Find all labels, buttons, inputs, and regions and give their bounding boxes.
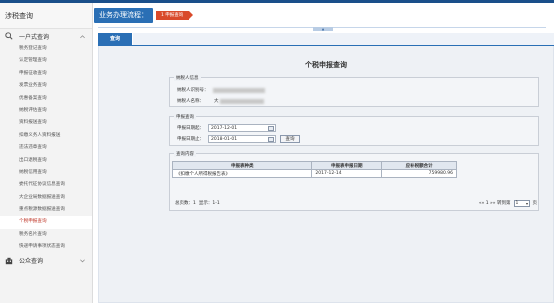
redacted-value bbox=[219, 98, 264, 104]
collapse-toggle[interactable]: ▲ bbox=[313, 27, 333, 31]
sidebar-group-public-query[interactable]: 公众查询 bbox=[0, 254, 92, 268]
sidebar-item-express-status[interactable]: 快递申请事项状态查询 bbox=[0, 241, 92, 253]
content-area: 个税申报查询 纳税人信息 纳税人识别号： 纳税人名称： 大 申报查询 申报日期起… bbox=[98, 46, 554, 303]
chevron-up-icon bbox=[80, 34, 85, 38]
sidebar-item-export-rebate[interactable]: 出口退税查询 bbox=[0, 155, 92, 167]
end-date-row: 申报日期止： 2018-01-01 查询 bbox=[177, 135, 300, 143]
taxpayer-name-prefix: 大 bbox=[214, 99, 219, 104]
page-nav[interactable]: «« 1 »» 转到第 bbox=[479, 200, 511, 206]
query-section: 申报查询 申报日期起： 2017-12-01 申报日期止： 2018-01-01… bbox=[169, 114, 539, 146]
sidebar-item-tax-card[interactable]: 税务名片查询 bbox=[0, 229, 92, 241]
showing-range: 显示：1-1 bbox=[198, 201, 220, 206]
sidebar-item-invoice[interactable]: 发票业务查询 bbox=[0, 80, 92, 92]
sidebar-item-key-tax-source[interactable]: 重点税源数据报送查询 bbox=[0, 204, 92, 216]
sidebar-item-personal-tax[interactable]: 个税申报查询 bbox=[0, 216, 92, 229]
sidebar-title: 涉税查询 bbox=[0, 3, 92, 29]
sidebar-item-preferential[interactable]: 优惠备案查询 bbox=[0, 93, 92, 105]
pagination: 总页数：1 显示：1-1 «« 1 »» 转到第 1 页 bbox=[175, 199, 537, 207]
sidebar-item-document-submission[interactable]: 资料报送查询 bbox=[0, 117, 92, 129]
sidebar-group-household-query[interactable]: 一户式查询 bbox=[0, 29, 92, 43]
tab-query[interactable]: 查询 bbox=[98, 33, 133, 45]
collapse-divider: ▲ bbox=[98, 27, 546, 33]
sidebar: 涉税查询 一户式查询 税务登记查询 认定管理查询 申报征收查询 发票业务查询 优… bbox=[0, 3, 93, 303]
start-date-row: 申报日期起： 2017-12-01 bbox=[177, 124, 276, 132]
table-cell-date: 2017-12-14 bbox=[311, 169, 383, 178]
section-legend: 纳税人信息 bbox=[174, 75, 201, 81]
end-date-value: 2018-01-01 bbox=[211, 136, 238, 142]
calendar-icon[interactable] bbox=[268, 137, 274, 142]
taxpayer-id-row: 纳税人识别号： bbox=[177, 87, 265, 93]
sidebar-item-withholding-submission[interactable]: 扣缴义务人资料报送 bbox=[0, 130, 92, 142]
table-row[interactable]: 《扣缴个人所得税报告表》 2017-12-14 759980.96 bbox=[171, 169, 457, 178]
results-table: 申报表种类 申报表申报日期 应补税额合计 《扣缴个人所得税报告表》 2017-1… bbox=[171, 161, 457, 178]
page-suffix: 页 bbox=[532, 201, 538, 206]
taxpayer-id-label: 纳税人识别号： bbox=[177, 88, 209, 93]
pager-controls: «« 1 »» 转到第 1 页 bbox=[479, 199, 538, 207]
sidebar-item-violations[interactable]: 违法违章查询 bbox=[0, 142, 92, 154]
section-legend: 查询内容 bbox=[174, 151, 196, 157]
sidebar-item-filing-collection[interactable]: 申报征收查询 bbox=[0, 68, 92, 80]
calendar-icon[interactable] bbox=[268, 126, 274, 131]
column-header: 申报表种类 bbox=[171, 161, 313, 170]
sidebar-item-large-enterprise[interactable]: 大企业局数据报送查询 bbox=[0, 192, 92, 204]
page-select[interactable]: 1 bbox=[513, 199, 530, 207]
sidebar-item-list: 税务登记查询 认定管理查询 申报征收查询 发票业务查询 优惠备案查询 纳税评估查… bbox=[0, 43, 92, 254]
sidebar-group-label: 公众查询 bbox=[19, 258, 44, 266]
total-pages: 总页数：1 bbox=[175, 201, 196, 206]
end-date-label: 申报日期止： bbox=[177, 137, 204, 142]
table-cell-form-type[interactable]: 《扣缴个人所得税报告表》 bbox=[171, 169, 313, 178]
start-date-label: 申报日期起： bbox=[177, 126, 204, 131]
section-legend: 申报查询 bbox=[174, 114, 196, 120]
tab-bar: 查询 bbox=[98, 33, 554, 46]
taxpayer-info-section: 纳税人信息 纳税人识别号： 纳税人名称： 大 bbox=[169, 75, 539, 107]
taxpayer-name-row: 纳税人名称： 大 bbox=[177, 98, 264, 104]
flow-title: 业务办理流程： bbox=[94, 7, 153, 23]
tab-bar-filler bbox=[132, 33, 554, 45]
table-header-row: 申报表种类 申报表申报日期 应补税额合计 bbox=[171, 161, 457, 170]
taxpayer-name-label: 纳税人名称： bbox=[177, 99, 204, 104]
sidebar-item-tax-credit[interactable]: 纳税信用查询 bbox=[0, 167, 92, 179]
sidebar-item-entrusted-collection[interactable]: 委托代征协议信息查询 bbox=[0, 179, 92, 191]
table-cell-amount: 759980.96 bbox=[381, 169, 457, 178]
flow-step-current: 1 申报查询 bbox=[156, 10, 194, 20]
redacted-value bbox=[212, 87, 265, 93]
page-title: 个税申报查询 bbox=[305, 61, 347, 69]
column-header: 应补税额合计 bbox=[381, 161, 457, 170]
start-date-value: 2017-12-01 bbox=[211, 125, 238, 131]
sidebar-item-qualification[interactable]: 认定管理查询 bbox=[0, 55, 92, 67]
results-section: 查询内容 申报表种类 申报表申报日期 应补税额合计 《扣缴个人所得税报告表》 2… bbox=[169, 151, 539, 211]
sidebar-item-tax-registration[interactable]: 税务登记查询 bbox=[0, 43, 92, 55]
column-header: 申报表申报日期 bbox=[311, 161, 383, 170]
main-panel: 业务办理流程： 1 申报查询 ▲ 查询 个税申报查询 纳税人信息 纳税人识别号：… bbox=[94, 3, 554, 303]
start-date-input[interactable]: 2017-12-01 bbox=[208, 124, 276, 132]
sidebar-item-tax-assessment[interactable]: 纳税评估查询 bbox=[0, 105, 92, 117]
process-flow-bar: 业务办理流程： 1 申报查询 bbox=[94, 3, 554, 27]
chevron-down-icon bbox=[80, 259, 85, 263]
search-icon bbox=[5, 32, 13, 40]
end-date-input[interactable]: 2018-01-01 bbox=[208, 135, 276, 143]
sidebar-group-label: 一户式查询 bbox=[19, 33, 50, 41]
query-button[interactable]: 查询 bbox=[280, 135, 300, 143]
building-icon bbox=[5, 257, 13, 264]
